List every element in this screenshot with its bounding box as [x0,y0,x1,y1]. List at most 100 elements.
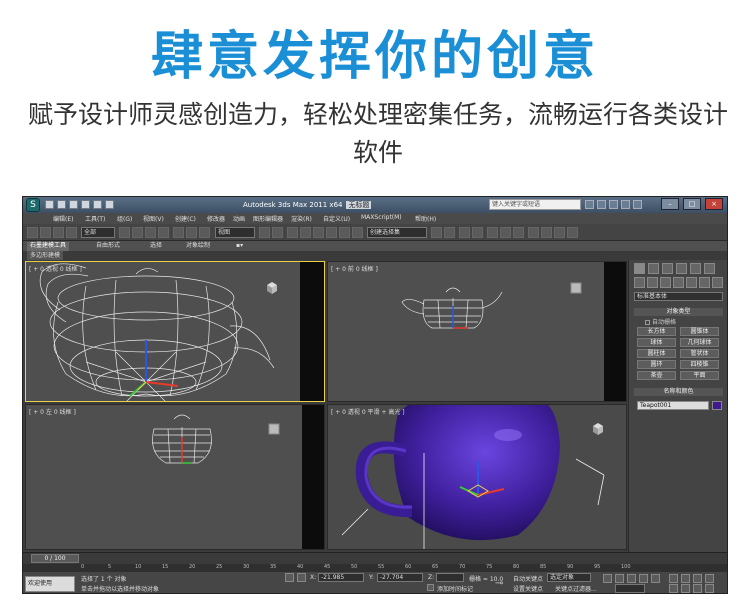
unlink-icon[interactable] [66,227,77,238]
geometry-icon[interactable] [634,277,645,288]
menu-help[interactable]: 帮助(H) [415,214,436,223]
select-object-icon[interactable] [119,227,130,238]
teapot-button[interactable]: 茶壶 [637,371,676,380]
auto-key-label[interactable]: 自动关键点 [513,574,543,583]
window-crossing-icon[interactable] [158,227,169,238]
new-file-icon[interactable] [45,200,54,209]
viewport-front-label[interactable]: [ + 0 前 0 线框 ] [331,264,378,273]
render-production-icon[interactable] [554,227,565,238]
tab-graphite-modeling[interactable]: 石墨建模工具 [27,242,70,251]
graphite-toggle-icon[interactable] [472,227,483,238]
shapes-icon[interactable] [647,277,658,288]
menu-rendering[interactable]: 渲染(R) [291,214,312,223]
favorites-icon[interactable] [621,200,630,209]
rendered-frame-icon[interactable] [541,227,552,238]
maximize-viewport-icon[interactable] [705,584,714,593]
menu-maxscript[interactable]: MAXScript(M) [361,214,402,221]
close-button[interactable]: × [705,198,723,210]
zoom-icon[interactable] [669,574,678,583]
communication-icon[interactable] [609,200,618,209]
reference-coord-dropdown[interactable]: 视图 [215,227,255,238]
hierarchy-panel-icon[interactable] [662,263,673,274]
menu-modifiers[interactable]: 修改器 [207,214,225,223]
minimize-button[interactable]: – [661,198,679,210]
viewport-front[interactable]: [ + 0 前 0 线框 ] [327,261,627,402]
time-tag-icon[interactable] [427,584,434,591]
z-coord-input[interactable] [436,573,464,582]
autogrid-checkbox[interactable]: 自动栅格 [645,317,676,326]
object-color-swatch[interactable] [712,401,722,410]
move-icon[interactable] [173,227,184,238]
undo-icon[interactable] [81,200,90,209]
go-to-start-icon[interactable] [603,574,612,583]
menu-graph-editors[interactable]: 图形编辑器 [253,214,283,223]
material-editor-icon[interactable] [513,227,524,238]
previous-frame-icon[interactable] [615,574,624,583]
search-icon[interactable] [585,200,594,209]
rotate-icon[interactable] [186,227,197,238]
object-name-input[interactable]: Teapot001 [637,401,709,410]
lights-icon[interactable] [660,277,671,288]
viewport-left[interactable]: [ + 0 左 0 线框 ] [25,404,325,550]
maxscript-listener[interactable]: 欢迎使用 MAXSc [25,576,75,592]
current-frame-input[interactable] [615,584,645,593]
object-type-rollout[interactable]: 对象类型 [634,308,723,316]
viewport-top[interactable]: [ + 0 透视 0 线框 ] [25,261,325,402]
viewport-top-label[interactable]: [ + 0 透视 0 线框 ] [29,264,82,273]
selection-filter-dropdown[interactable]: 全部 [81,227,115,238]
save-file-icon[interactable] [69,200,78,209]
viewcube-icon[interactable] [266,421,282,437]
helpers-icon[interactable] [686,277,697,288]
time-slider[interactable]: 0 / 100 [23,552,727,564]
menu-group[interactable]: 组(G) [117,214,132,223]
play-icon[interactable] [627,574,636,583]
menu-animation[interactable]: 动画 [233,214,245,223]
motion-panel-icon[interactable] [676,263,687,274]
align-icon[interactable] [444,227,455,238]
tab-object-paint[interactable]: 对象绘制 [183,242,213,251]
zoom-extents-icon[interactable] [693,574,702,583]
systems-icon[interactable] [712,277,723,288]
snaps-toggle-icon[interactable] [300,227,311,238]
curve-editor-icon[interactable] [487,227,498,238]
project-folder-icon[interactable] [105,200,114,209]
pyramid-button[interactable]: 四棱锥 [680,360,719,369]
viewcube-icon[interactable] [590,421,606,437]
geosphere-button[interactable]: 几何球体 [680,338,719,347]
orbit-icon[interactable] [693,584,702,593]
viewport-perspective[interactable]: [ + 0 透视 0 平滑 + 高光 ] [327,404,627,550]
viewcube-icon[interactable] [264,280,280,296]
help-icon[interactable] [633,200,642,209]
add-time-tag[interactable]: 添加时间标记 [437,584,473,593]
utilities-panel-icon[interactable] [704,263,715,274]
cameras-icon[interactable] [673,277,684,288]
viewcube-icon[interactable] [568,280,584,296]
render-setup-icon[interactable] [528,227,539,238]
x-coord-input[interactable]: -21.985 [318,573,364,582]
menu-create[interactable]: 创建(C) [175,214,196,223]
field-of-view-icon[interactable] [669,584,678,593]
viewport-perspective-label[interactable]: [ + 0 透视 0 平滑 + 高光 ] [331,407,405,416]
maximize-button[interactable]: □ [683,198,701,210]
menu-views[interactable]: 视图(V) [143,214,164,223]
zoom-all-icon[interactable] [681,574,690,583]
track-bar[interactable]: 0 5 10 15 20 25 30 35 40 45 50 55 60 65 70 75 80 85 90 95 10… [23,564,727,572]
set-key-label[interactable]: 设置关键点 [513,584,543,593]
box-button[interactable]: 长方体 [637,327,676,336]
tube-button[interactable]: 管状体 [680,349,719,358]
select-manipulate-icon[interactable] [272,227,283,238]
keyboard-shortcut-icon[interactable] [287,227,298,238]
y-coord-input[interactable]: -27.704 [377,573,423,582]
cylinder-button[interactable]: 圆柱体 [637,349,676,358]
tab-polygon-modeling[interactable]: 多边形建模 [27,251,64,260]
redo-tool-icon[interactable] [40,227,51,238]
mirror-icon[interactable] [431,227,442,238]
torus-button[interactable]: 圆环 [637,360,676,369]
sphere-button[interactable]: 球体 [637,338,676,347]
modify-panel-icon[interactable] [648,263,659,274]
display-panel-icon[interactable] [690,263,701,274]
subscription-icon[interactable] [597,200,606,209]
frame-counter[interactable]: 0 / 100 [31,554,79,563]
named-selection-dropdown[interactable]: 创建选择集 [367,227,427,238]
menu-edit[interactable]: 编辑(E) [53,214,73,223]
